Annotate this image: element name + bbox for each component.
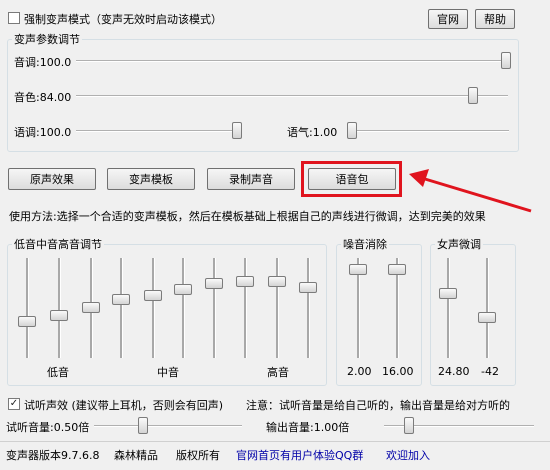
female-value-2: -42 <box>481 365 499 378</box>
official-site-button[interactable]: 官网 <box>428 9 468 29</box>
voice-template-button[interactable]: 变声模板 <box>107 168 195 190</box>
noise-slider-1-thumb[interactable] <box>349 264 367 275</box>
eq-slider-track[interactable] <box>26 258 29 358</box>
breath-label: 语气:1.00 <box>287 126 338 139</box>
timbre-slider-track[interactable] <box>76 95 508 97</box>
eq-slider-thumb[interactable] <box>82 302 100 313</box>
eq-slider-track[interactable] <box>307 258 310 358</box>
eq-slider-track[interactable] <box>276 258 279 358</box>
eq-slider-thumb[interactable] <box>268 276 286 287</box>
eq-slider-thumb[interactable] <box>112 294 130 305</box>
original-effect-button[interactable]: 原声效果 <box>8 168 96 190</box>
female-slider-1-thumb[interactable] <box>439 288 457 299</box>
listen-effect-label: 试听声效 (建议带上耳机，否则会有回声) <box>24 399 224 412</box>
breath-value: 1.00 <box>312 126 338 139</box>
equalizer-legend: 低音中音高音调节 <box>14 238 102 251</box>
studio-text: 森林精品 <box>114 449 158 462</box>
listen-volume-label: 试听音量:0.50倍 <box>6 421 90 434</box>
listen-effect-checkbox[interactable] <box>8 398 20 410</box>
force-mode-checkbox[interactable] <box>8 12 20 24</box>
eq-slider-thumb[interactable] <box>174 284 192 295</box>
eq-slider-track[interactable] <box>213 258 216 358</box>
tone-slider-thumb[interactable] <box>501 52 511 69</box>
low-band-label: 低音 <box>47 366 69 379</box>
noise-value-2: 16.00 <box>382 365 414 378</box>
welcome-link[interactable]: 欢迎加入 <box>386 447 430 463</box>
tone-slider-track[interactable] <box>76 60 508 62</box>
female-value-1: 24.80 <box>438 365 470 378</box>
speech-rate-label: 语调:100.0 <box>14 126 72 139</box>
eq-slider-track[interactable] <box>120 258 123 358</box>
voice-params-legend: 变声参数调节 <box>14 33 80 46</box>
eq-slider-thumb[interactable] <box>144 290 162 301</box>
record-voice-button[interactable]: 录制声音 <box>207 168 295 190</box>
female-slider-1-track[interactable] <box>447 258 450 358</box>
female-slider-2-track[interactable] <box>486 258 489 358</box>
eq-slider-track[interactable] <box>152 258 155 358</box>
output-volume-value: 1.00倍 <box>313 421 350 434</box>
speech-rate-value: 100.0 <box>39 126 72 139</box>
voice-params-group: 变声参数调节 <box>7 31 519 152</box>
high-band-label: 高音 <box>267 366 289 379</box>
promo-link[interactable]: 官网首页有用户体验QQ群 <box>236 447 363 463</box>
eq-slider-thumb[interactable] <box>50 310 68 321</box>
breath-slider-track[interactable] <box>347 130 509 132</box>
eq-slider-track[interactable] <box>58 258 61 358</box>
tone-value: 100.0 <box>39 56 72 69</box>
breath-slider-thumb[interactable] <box>347 122 357 139</box>
eq-slider-thumb[interactable] <box>18 316 36 327</box>
copyright-text: 版权所有 <box>176 449 220 462</box>
tone-label: 音调:100.0 <box>14 56 72 69</box>
help-button[interactable]: 帮助 <box>475 9 515 29</box>
version-text: 变声器版本9.7.6.8 <box>6 449 100 462</box>
female-legend: 女声微调 <box>437 238 481 251</box>
timbre-label: 音色:84.00 <box>14 91 72 104</box>
eq-slider-track[interactable] <box>244 258 247 358</box>
listen-volume-slider-track[interactable] <box>94 425 242 427</box>
output-volume-label: 输出音量:1.00倍 <box>266 421 350 434</box>
speech-rate-slider-track[interactable] <box>76 130 242 132</box>
speech-rate-slider-thumb[interactable] <box>232 122 242 139</box>
mid-band-label: 中音 <box>157 366 179 379</box>
eq-slider-thumb[interactable] <box>236 276 254 287</box>
listen-volume-slider-thumb[interactable] <box>138 417 148 434</box>
female-group: 女声微调 <box>430 236 516 386</box>
output-volume-slider-thumb[interactable] <box>404 417 414 434</box>
listen-volume-value: 0.50倍 <box>53 421 90 434</box>
voice-pack-button[interactable]: 语音包 <box>308 168 396 190</box>
noise-value-1: 2.00 <box>347 365 372 378</box>
noise-legend: 噪音消除 <box>343 238 387 251</box>
timbre-slider-thumb[interactable] <box>468 87 478 104</box>
timbre-value: 84.00 <box>39 91 72 104</box>
noise-group: 噪音消除 <box>336 236 422 386</box>
usage-text: 使用方法:选择一个合适的变声模板，然后在模板基础上根据自己的声线进行微调，达到完… <box>9 210 486 223</box>
eq-slider-thumb[interactable] <box>299 282 317 293</box>
noise-slider-2-thumb[interactable] <box>388 264 406 275</box>
force-mode-label: 强制变声模式（变声无效时启动该模式） <box>24 13 222 26</box>
female-slider-2-thumb[interactable] <box>478 312 496 323</box>
volume-note: 注意：试听音量是给自己听的，输出音量是给对方听的 <box>246 399 510 412</box>
eq-slider-thumb[interactable] <box>205 278 223 289</box>
eq-slider-track[interactable] <box>182 258 185 358</box>
